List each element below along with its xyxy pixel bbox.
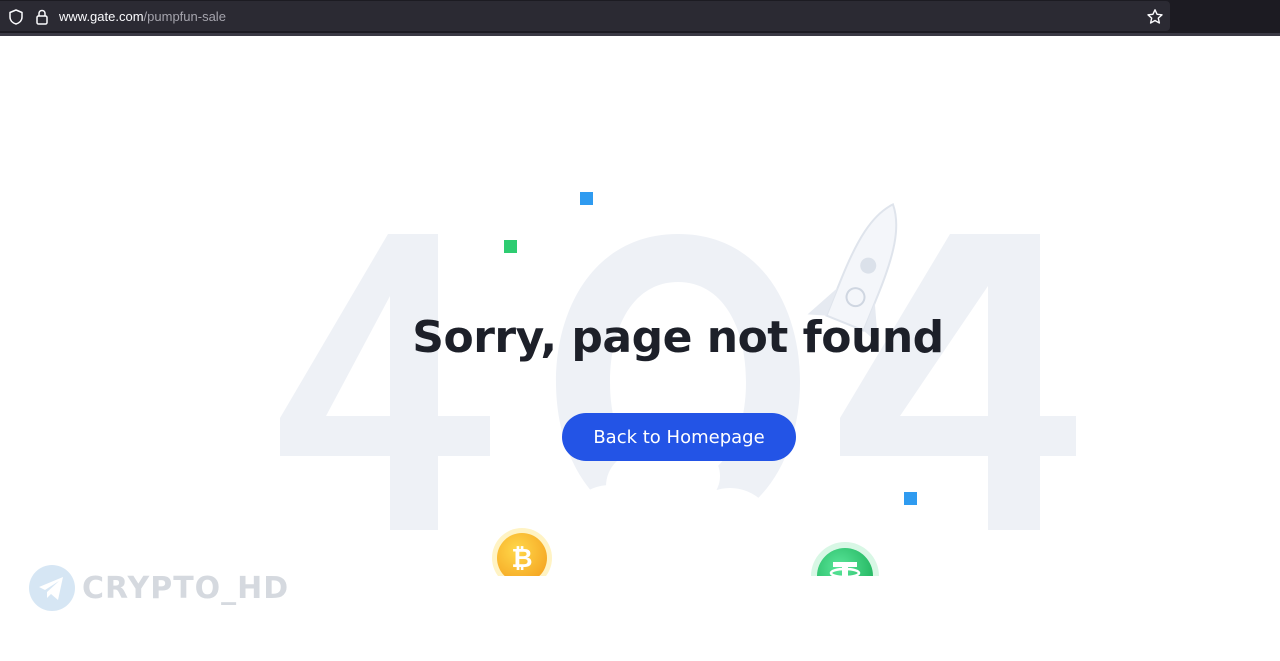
lock-icon[interactable] [33, 8, 51, 26]
blue-square-decoration [904, 492, 917, 505]
error-page: ₿ Sorry, page not found Back to Homepage… [0, 36, 1280, 661]
watermark: CRYPTO_HD [28, 564, 289, 612]
watermark-text: CRYPTO_HD [82, 570, 290, 606]
illustration-404: ₿ [280, 203, 1076, 576]
shield-icon[interactable] [7, 8, 25, 26]
back-to-homepage-button[interactable]: Back to Homepage [562, 413, 796, 461]
svg-text:₿: ₿ [511, 544, 532, 574]
green-square-decoration [504, 240, 517, 253]
browser-toolbar: www.gate.com/pumpfun-sale [0, 0, 1280, 36]
page-title: Sorry, page not found [412, 312, 944, 363]
url-host: www.gate.com [59, 9, 144, 24]
url-path: /pumpfun-sale [143, 9, 226, 24]
tether-coin-icon [811, 542, 879, 576]
digit-4-left [280, 234, 490, 530]
telegram-icon [29, 565, 75, 611]
address-bar[interactable]: www.gate.com/pumpfun-sale [0, 1, 1170, 31]
star-bookmark-icon[interactable] [1146, 8, 1164, 26]
url-text[interactable]: www.gate.com/pumpfun-sale [59, 9, 226, 25]
blue-square-decoration [580, 192, 593, 205]
